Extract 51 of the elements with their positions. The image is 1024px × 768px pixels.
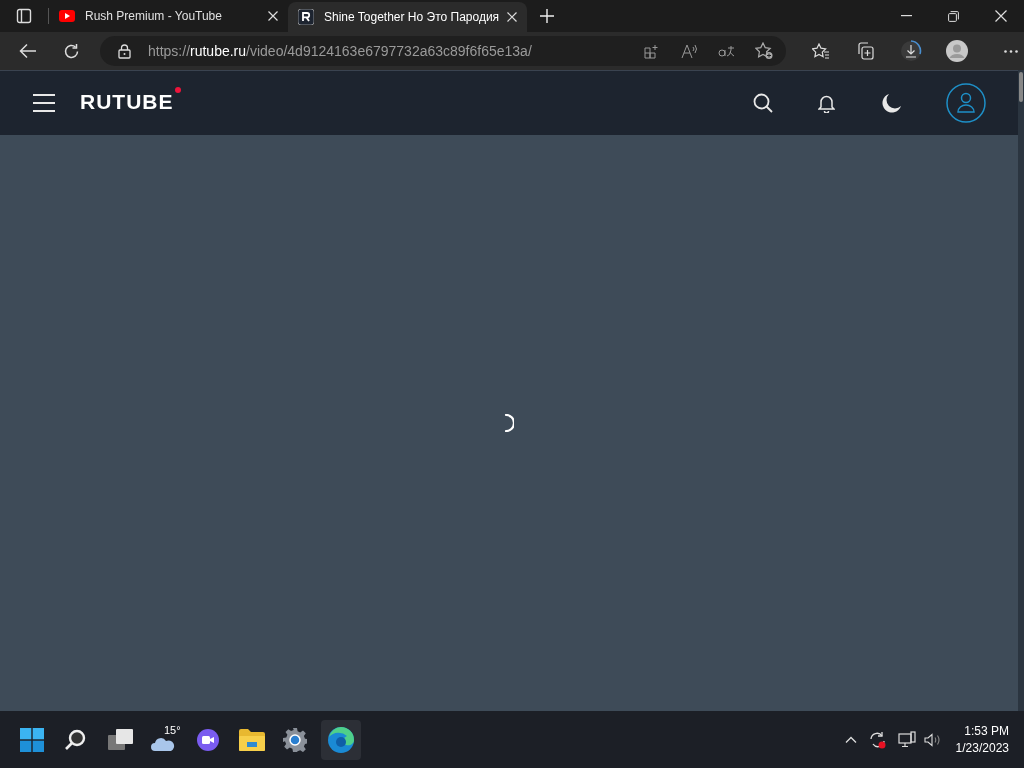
- close-icon[interactable]: [995, 10, 1007, 22]
- chevron-up-icon[interactable]: [844, 736, 857, 743]
- browser-tab[interactable]: Rush Premium - YouTube: [49, 0, 288, 32]
- menu-icon[interactable]: [33, 94, 55, 112]
- refresh-icon[interactable]: [63, 42, 80, 60]
- lock-icon[interactable]: [118, 43, 131, 59]
- folder-icon[interactable]: [239, 728, 265, 751]
- minimize-icon[interactable]: [901, 15, 912, 17]
- user-account-icon[interactable]: [946, 83, 986, 123]
- search-icon[interactable]: [753, 93, 773, 113]
- new-tab-icon[interactable]: [540, 9, 554, 23]
- weather-temperature: 15°: [164, 724, 181, 736]
- add-favorite-icon[interactable]: [755, 42, 774, 60]
- volume-icon[interactable]: [923, 732, 940, 747]
- sync-icon[interactable]: [868, 730, 887, 749]
- close-tab-icon[interactable]: [507, 12, 517, 22]
- back-icon[interactable]: [19, 43, 37, 59]
- tab-actions-icon[interactable]: [16, 8, 32, 24]
- rutube-logo[interactable]: RUTUBE: [80, 89, 174, 113]
- read-aloud-icon[interactable]: [681, 43, 698, 59]
- task-view-icon[interactable]: [108, 729, 133, 750]
- logo-dot-icon: [174, 86, 181, 93]
- settings-icon[interactable]: [283, 727, 307, 752]
- network-icon[interactable]: [897, 731, 916, 748]
- app-available-icon[interactable]: [644, 43, 659, 59]
- scrollbar-thumb[interactable]: [1019, 72, 1023, 102]
- video-play-icon: [59, 10, 75, 22]
- dark-mode-moon-icon[interactable]: [881, 92, 902, 114]
- restore-icon[interactable]: [948, 10, 959, 22]
- notification-bell-icon[interactable]: [818, 93, 835, 113]
- chat-icon[interactable]: [196, 727, 220, 752]
- download-icon[interactable]: [900, 40, 922, 62]
- edge-taskbar-button[interactable]: [321, 719, 361, 760]
- browser-tab[interactable]: Shine Together Но Это Пародия: [288, 2, 527, 32]
- search-icon[interactable]: [64, 728, 86, 751]
- more-icon[interactable]: [1004, 49, 1018, 53]
- close-tab-icon[interactable]: [268, 11, 278, 21]
- clock-time: 1:53 PM: [964, 722, 1009, 740]
- translate-icon[interactable]: [718, 44, 735, 58]
- clock[interactable]: 1:53 PM 1/23/2023: [955, 722, 1009, 757]
- address-field[interactable]: https://rutube.ru/video/4d9124163e6797732a63c89f6f65e13a/: [100, 36, 786, 66]
- browser-icon: [328, 726, 354, 753]
- weather-cloud-icon[interactable]: [151, 735, 175, 751]
- clock-date: 1/23/2023: [955, 739, 1009, 757]
- tab-title: Shine Together Но Это Пародия: [324, 9, 501, 26]
- start-icon[interactable]: [20, 727, 44, 752]
- favorites-icon[interactable]: [812, 42, 830, 60]
- tab-title: Rush Premium - YouTube: [85, 8, 223, 25]
- url-text: https://rutube.ru/video/4d9124163e6797732a63c89f6f65e13a/: [148, 41, 532, 61]
- profile-avatar-icon[interactable]: [946, 40, 968, 62]
- collections-icon[interactable]: [856, 42, 874, 60]
